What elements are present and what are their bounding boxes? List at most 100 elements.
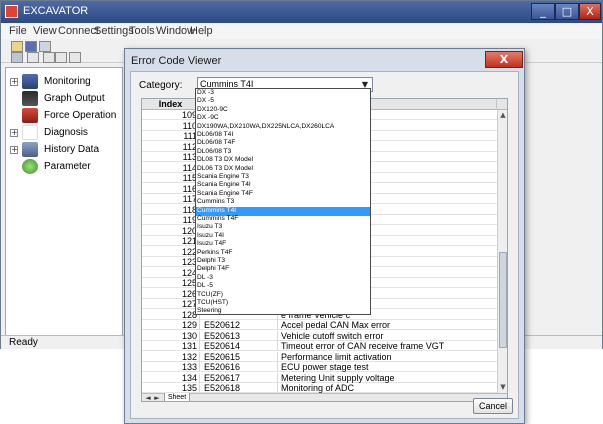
tree-item-label: Parameter bbox=[44, 161, 91, 172]
graph-icon bbox=[22, 91, 38, 106]
table-row[interactable]: 132 E520615 Performance limit activation bbox=[142, 351, 497, 362]
cell-index: 118 bbox=[142, 204, 200, 215]
menu-settings[interactable]: Settings bbox=[94, 25, 134, 37]
category-dropdown-list: DX -3 DX -5 DX120-9C DX -9C DX190WA,DX210WA,… bbox=[195, 88, 371, 315]
expand-icon[interactable]: + bbox=[10, 78, 18, 86]
tree-item-force-operation[interactable]: Force Operation bbox=[18, 108, 122, 124]
cell-index: 122 bbox=[142, 246, 200, 257]
table-row[interactable]: 131 E520614 Timeout error of CAN receive f… bbox=[142, 341, 497, 351]
tree-item-label: History Data bbox=[44, 144, 100, 155]
table-row[interactable]: 135 E520618 Monitoring of ADC bbox=[142, 383, 497, 393]
cell-code: E520613 bbox=[200, 330, 278, 341]
refresh-icon[interactable] bbox=[69, 52, 81, 63]
cell-index: 117 bbox=[142, 194, 200, 204]
cell-index: 134 bbox=[142, 372, 200, 383]
tree-item-label: Force Operation bbox=[44, 110, 117, 121]
dialog-close-button[interactable]: X bbox=[485, 51, 523, 68]
cell-index: 135 bbox=[142, 383, 200, 393]
tree-item-label: Monitoring bbox=[44, 76, 91, 87]
cell-index: 129 bbox=[142, 320, 200, 330]
cell-code: E520617 bbox=[200, 372, 278, 383]
cell-index: 123 bbox=[142, 257, 200, 267]
monitor-icon bbox=[22, 74, 38, 89]
cell-index: 133 bbox=[142, 362, 200, 372]
close-button[interactable]: X bbox=[579, 3, 601, 20]
dialog-title: Error Code Viewer bbox=[131, 55, 222, 67]
table-row[interactable]: 130 E520613 Vehicle cutoff switch error bbox=[142, 330, 497, 341]
app-title: EXCAVATOR bbox=[23, 5, 89, 17]
cell-code: E520612 bbox=[200, 320, 278, 330]
diagnosis-icon bbox=[22, 125, 38, 140]
title-bar: EXCAVATOR _ □ X bbox=[1, 1, 602, 23]
scroll-up-icon[interactable]: ▲ bbox=[498, 110, 507, 120]
tree-item-label: Diagnosis bbox=[44, 127, 88, 138]
cell-description: Accel pedal CAN Max error bbox=[281, 320, 391, 330]
cell-index: 127 bbox=[142, 299, 200, 309]
cell-index: 120 bbox=[142, 225, 200, 236]
scroll-thumb[interactable] bbox=[499, 252, 507, 348]
open-icon[interactable] bbox=[11, 41, 23, 52]
cell-description: Monitoring of ADC bbox=[281, 383, 355, 393]
cell-code: E520616 bbox=[200, 362, 278, 372]
connect-icon[interactable] bbox=[11, 52, 23, 63]
cell-index: 131 bbox=[142, 341, 200, 351]
column-header-index[interactable]: Index bbox=[142, 99, 200, 110]
cell-index: 112 bbox=[142, 141, 200, 152]
cell-code: E520615 bbox=[200, 351, 278, 362]
tree-item-label: Graph Output bbox=[44, 93, 105, 104]
app-icon bbox=[5, 5, 18, 18]
menu-bar: File View Connect Settings Tools Window … bbox=[1, 23, 602, 39]
category-label: Category: bbox=[139, 80, 183, 91]
maximize-button[interactable]: □ bbox=[555, 3, 579, 20]
play-icon[interactable] bbox=[43, 52, 55, 63]
menu-help[interactable]: Help bbox=[190, 25, 213, 37]
vertical-scrollbar[interactable]: ▲ ▼ bbox=[497, 110, 507, 393]
cancel-button[interactable]: Cancel bbox=[473, 398, 513, 414]
cell-index: 128 bbox=[142, 309, 200, 320]
scroll-down-icon[interactable]: ▼ bbox=[498, 382, 507, 392]
minimize-button[interactable]: _ bbox=[531, 3, 555, 20]
navigation-tree: + Monitoring Graph Output Force Operatio… bbox=[5, 67, 123, 337]
menu-connect[interactable]: Connect bbox=[58, 25, 99, 37]
tree-item-parameter[interactable]: Parameter bbox=[18, 159, 122, 175]
cell-index: 124 bbox=[142, 267, 200, 278]
tree-item-monitoring[interactable]: + Monitoring bbox=[10, 74, 122, 90]
cell-code: E520614 bbox=[200, 341, 278, 351]
cell-index: 113 bbox=[142, 152, 200, 162]
cell-index: 110 bbox=[142, 120, 200, 131]
cell-description: Timeout error of CAN receive frame VGT bbox=[281, 341, 445, 351]
sheet-tab-bar: ◄ ► Sheet 1 bbox=[142, 393, 507, 401]
table-row[interactable]: 129 E520612 Accel pedal CAN Max error bbox=[142, 320, 497, 330]
parameter-icon bbox=[22, 159, 38, 174]
cell-index: 126 bbox=[142, 288, 200, 299]
menu-view[interactable]: View bbox=[33, 25, 57, 37]
force-operation-icon bbox=[22, 108, 38, 123]
dropdown-option[interactable]: Steering bbox=[196, 307, 370, 314]
expand-icon[interactable]: + bbox=[10, 129, 18, 137]
print-icon[interactable] bbox=[39, 41, 51, 52]
cell-description: ECU power stage test bbox=[281, 362, 369, 372]
menu-tools[interactable]: Tools bbox=[129, 25, 155, 37]
cell-index: 115 bbox=[142, 173, 200, 183]
tree-item-history-data[interactable]: + History Data bbox=[10, 142, 122, 158]
expand-icon[interactable]: + bbox=[10, 146, 18, 154]
cell-index: 132 bbox=[142, 351, 200, 362]
sheet-tab[interactable]: Sheet 1 bbox=[164, 393, 190, 401]
sheet-prev-icon[interactable]: ◄ bbox=[144, 394, 152, 401]
cell-index: 116 bbox=[142, 183, 200, 194]
cell-index: 125 bbox=[142, 278, 200, 288]
disconnect-icon[interactable] bbox=[27, 52, 39, 63]
cell-index: 121 bbox=[142, 236, 200, 246]
cell-index: 119 bbox=[142, 215, 200, 225]
save-icon[interactable] bbox=[25, 41, 37, 52]
menu-file[interactable]: File bbox=[9, 25, 27, 37]
table-row[interactable]: 134 E520617 Metering Unit supply voltage bbox=[142, 372, 497, 383]
status-text: Ready bbox=[9, 337, 38, 348]
sheet-next-icon[interactable]: ► bbox=[153, 394, 161, 401]
cell-description: Performance limit activation bbox=[281, 351, 392, 362]
cell-description: Metering Unit supply voltage bbox=[281, 372, 395, 383]
table-row[interactable]: 133 E520616 ECU power stage test bbox=[142, 362, 497, 372]
tree-item-diagnosis[interactable]: + Diagnosis bbox=[10, 125, 122, 141]
tree-item-graph-output[interactable]: Graph Output bbox=[18, 91, 122, 107]
stop-icon[interactable] bbox=[55, 52, 67, 63]
